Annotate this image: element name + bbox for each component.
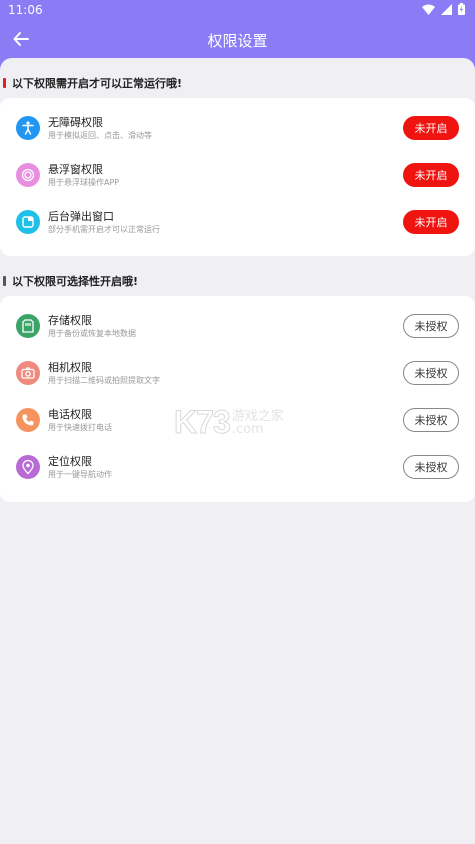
permission-name: 后台弹出窗口 [48,210,114,223]
permission-row-background-popup[interactable]: 后台弹出窗口 部分手机需开启才可以正常运行 未开启 [0,200,475,247]
permission-desc: 用于扫描二维码或拍照提取文字 [48,376,160,385]
permission-name: 相机权限 [48,361,92,374]
storage-icon [16,314,40,338]
watermark-domain: .com [231,421,264,437]
permission-desc: 部分手机需开启才可以正常运行 [48,225,160,234]
watermark-text: 游戏之家 [231,408,284,424]
watermark-logo: K73 游戏之家 .com [174,404,284,441]
status-bar: 11:06 [0,0,475,22]
permission-row-camera[interactable]: 相机权限 用于扫描二维码或拍照提取文字 未授权 [0,351,475,398]
section-required-title: 以下权限需开启才可以正常运行哦! [3,75,182,91]
floating-window-icon [16,163,40,187]
section-marker [3,78,6,88]
permission-name: 无障碍权限 [48,116,103,129]
enable-floating-window-button[interactable]: 未开启 [403,163,459,187]
enable-background-popup-button[interactable]: 未开启 [403,210,459,234]
enable-accessibility-button[interactable]: 未开启 [403,116,459,140]
watermark-brand: K73 [174,404,232,441]
camera-icon [16,361,40,385]
required-permissions-card: 无障碍权限 用于模拟返回、点击、滑动等 未开启 悬浮窗权限 用于悬浮球操作APP… [0,98,475,256]
permission-name: 定位权限 [48,455,92,468]
authorize-storage-button[interactable]: 未授权 [403,314,459,338]
permission-row-floating-window[interactable]: 悬浮窗权限 用于悬浮球操作APP 未开启 [0,153,475,200]
permission-desc: 用于备份或恢复本地数据 [48,329,136,338]
content-area: 以下权限需开启才可以正常运行哦! 无障碍权限 用于模拟返回、点击、滑动等 未开启… [0,58,475,844]
permission-name: 悬浮窗权限 [48,163,103,176]
optional-permissions-card: 存储权限 用于备份或恢复本地数据 未授权 相机权限 用于扫描二维码或拍照提取文字… [0,296,475,502]
popup-window-icon [16,210,40,234]
phone-icon [16,408,40,432]
permission-row-location[interactable]: 定位权限 用于一键导航动作 未授权 [0,445,475,492]
permission-desc: 用于悬浮球操作APP [48,178,120,187]
location-icon [16,455,40,479]
permission-desc: 用于快速拨打电话 [48,423,112,432]
permission-desc: 用于一键导航动作 [48,470,112,479]
permission-name: 存储权限 [48,314,92,327]
authorize-location-button[interactable]: 未授权 [403,455,459,479]
section-optional-title: 以下权限可选择性开启哦! [3,273,138,289]
authorize-phone-button[interactable]: 未授权 [403,408,459,432]
permission-row-accessibility[interactable]: 无障碍权限 用于模拟返回、点击、滑动等 未开启 [0,106,475,153]
permission-desc: 用于模拟返回、点击、滑动等 [48,131,152,140]
signal-icon [441,3,452,15]
accessibility-icon [16,116,40,140]
battery-icon [458,3,465,15]
section-marker [3,276,6,286]
wifi-icon [422,4,435,15]
status-icons [422,3,465,15]
authorize-camera-button[interactable]: 未授权 [403,361,459,385]
permission-row-storage[interactable]: 存储权限 用于备份或恢复本地数据 未授权 [0,304,475,351]
page-title: 权限设置 [207,32,268,50]
permission-name: 电话权限 [48,408,92,421]
status-time: 11:06 [8,3,43,17]
